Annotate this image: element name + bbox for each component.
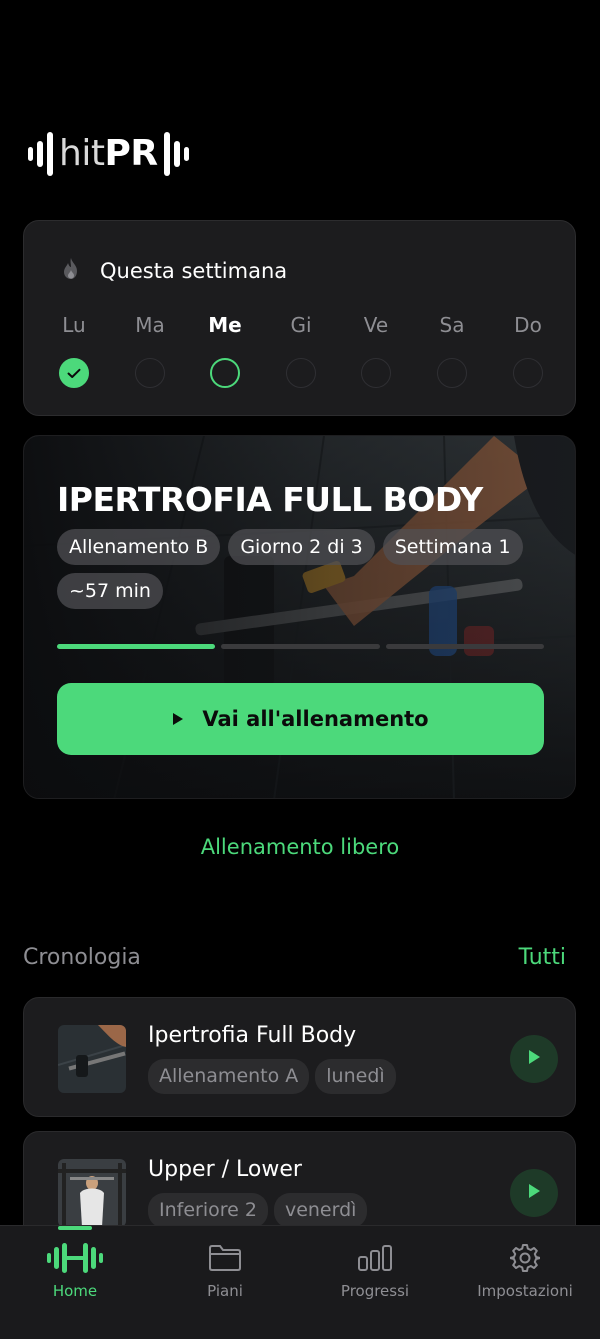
workout-chip: ~57 min: [57, 573, 163, 609]
history-all-link[interactable]: Tutti: [519, 945, 566, 970]
progress-segment: [221, 644, 380, 649]
play-icon: [527, 1049, 541, 1069]
day-label: Gi: [290, 313, 312, 337]
day-empty-indicator: [286, 358, 316, 388]
history-tag: Allenamento A: [148, 1059, 310, 1094]
nav-item-settings[interactable]: Impostazioni: [450, 1238, 600, 1300]
history-tag: Inferiore 2: [148, 1193, 268, 1228]
history-play-button[interactable]: [510, 1035, 558, 1083]
play-icon: [172, 707, 184, 731]
free-workout-link[interactable]: Allenamento libero: [0, 835, 600, 859]
workout-chip: Giorno 2 di 3: [228, 529, 375, 565]
day-4: Ve: [346, 311, 406, 388]
play-icon: [527, 1183, 541, 1203]
history-item-name: Upper / Lower: [148, 1157, 302, 1182]
day-empty-indicator: [135, 358, 165, 388]
bar-chart-icon: [300, 1238, 450, 1278]
check-icon: [67, 368, 81, 378]
day-today-indicator: [210, 358, 240, 388]
dumbbell-icon: [0, 1238, 150, 1278]
day-0: Lu: [44, 311, 104, 388]
history-title: Cronologia: [23, 945, 141, 970]
workout-chips: Allenamento B Giorno 2 di 3 Settimana 1 ~57…: [57, 529, 557, 609]
workout-progress-bar: [57, 644, 544, 649]
history-tag: venerdì: [273, 1193, 368, 1228]
day-label: Me: [208, 313, 242, 337]
nav-label-settings: Impostazioni: [477, 1282, 573, 1300]
week-streak-card: Questa settimana Lu Ma Me Gi Ve Sa Do: [23, 220, 576, 416]
day-1: Ma: [120, 311, 180, 388]
nav-label-plans: Piani: [207, 1282, 243, 1300]
history-thumbnail: [58, 1025, 126, 1093]
history-item-tags: Inferiore 2 venerdì: [148, 1193, 368, 1228]
day-5: Sa: [422, 311, 482, 388]
history-item-name: Ipertrofia Full Body: [148, 1023, 357, 1048]
history-thumbnail: [58, 1159, 126, 1227]
day-label: Ve: [363, 313, 389, 337]
current-workout-card[interactable]: IPERTROFIA FULL BODY Allenamento B Giorno…: [23, 435, 576, 799]
day-label: Sa: [439, 313, 465, 337]
day-done-indicator: [59, 358, 89, 388]
folder-icon: [150, 1238, 300, 1278]
logo-left-bars-icon: [28, 132, 53, 176]
logo-right-bars-icon: [163, 132, 189, 176]
history-item-tags: Allenamento A lunedì: [148, 1059, 396, 1094]
day-2: Me: [195, 311, 255, 388]
day-empty-indicator: [437, 358, 467, 388]
logo-text-thin: hit: [59, 133, 105, 174]
nav-item-progress[interactable]: Progressi: [300, 1238, 450, 1300]
day-empty-indicator: [513, 358, 543, 388]
start-workout-label: Vai all'allenamento: [202, 707, 429, 731]
nav-label-home: Home: [52, 1282, 98, 1300]
history-tag: lunedì: [315, 1059, 396, 1094]
workout-title: IPERTROFIA FULL BODY: [57, 480, 483, 519]
bottom-navigation: Home Piani Progressi Impostazioni: [0, 1225, 600, 1339]
workout-chip: Settimana 1: [382, 529, 523, 565]
nav-item-plans[interactable]: Piani: [150, 1238, 300, 1300]
logo-text-bold: PR: [104, 133, 158, 174]
gear-icon: [450, 1238, 600, 1278]
progress-segment: [57, 644, 216, 649]
nav-label-progress: Progressi: [340, 1282, 410, 1300]
history-play-button[interactable]: [510, 1169, 558, 1217]
day-label: Lu: [62, 313, 86, 337]
nav-item-home[interactable]: Home: [0, 1238, 150, 1300]
app-logo: hitPR: [28, 128, 189, 180]
workout-chip: Allenamento B: [57, 529, 221, 565]
week-title: Questa settimana: [100, 259, 288, 283]
progress-segment: [385, 644, 544, 649]
day-label: Do: [514, 313, 542, 337]
day-6: Do: [498, 311, 558, 388]
start-workout-button[interactable]: Vai all'allenamento: [57, 683, 544, 755]
day-empty-indicator: [361, 358, 391, 388]
nav-active-indicator: [58, 1226, 92, 1230]
history-item[interactable]: Ipertrofia Full Body Allenamento A luned…: [23, 997, 576, 1117]
day-3: Gi: [271, 311, 331, 388]
flame-icon: [60, 257, 82, 285]
day-label: Ma: [135, 313, 165, 337]
